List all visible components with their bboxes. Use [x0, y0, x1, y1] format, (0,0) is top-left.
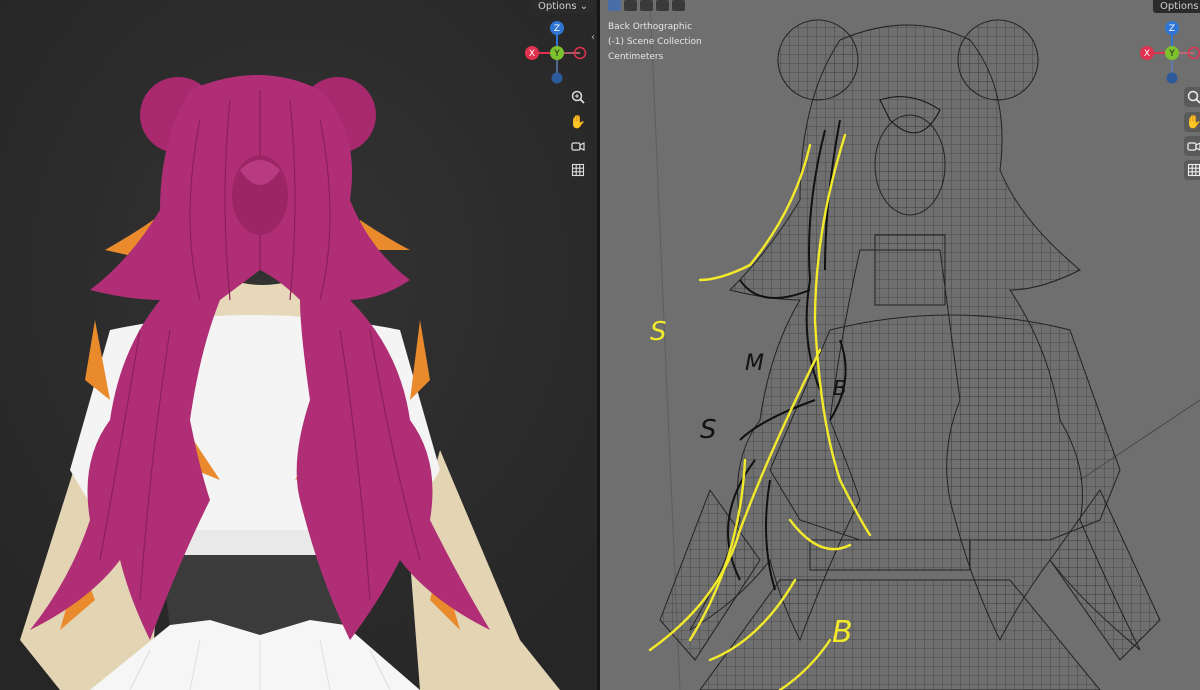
zoom-icon[interactable] — [568, 87, 588, 107]
pan-hand-icon[interactable]: ✋ — [568, 112, 588, 132]
options-button[interactable]: Options ⌄ — [531, 0, 596, 13]
viewport-wireframe[interactable]: S M B S B Options Back Orthographic (-1)… — [600, 0, 1200, 690]
collection-name: (-1) Scene Collection — [608, 37, 702, 47]
zoom-icon[interactable] — [1184, 87, 1200, 107]
annotation-s-black: S — [700, 415, 717, 445]
chevron-down-icon: ⌄ — [579, 1, 589, 12]
nav-gizmo-right[interactable]: Z X Y — [1130, 18, 1200, 88]
annotation-m: M — [745, 351, 764, 376]
select-extend-icon[interactable] — [640, 0, 653, 11]
options-label: Options — [538, 1, 577, 12]
unit-system: Centimeters — [608, 52, 664, 62]
select-subtract-icon[interactable] — [656, 0, 669, 11]
pan-hand-icon[interactable]: ✋ — [1184, 112, 1200, 132]
gizmo-neg-z-axis[interactable] — [551, 72, 563, 84]
model-render — [0, 0, 597, 690]
gizmo-x-label: X — [529, 49, 535, 59]
annotation-s-yellow: S — [650, 317, 667, 347]
select-tool-icon[interactable] — [608, 0, 621, 11]
grid-icon[interactable] — [1184, 160, 1200, 180]
grid-icon[interactable] — [568, 160, 588, 180]
gizmo-z-label: Z — [554, 24, 560, 34]
gizmo-y-label: Y — [1168, 49, 1175, 59]
nav-gizmo[interactable]: Z X Y — [520, 18, 594, 88]
view-name: Back Orthographic — [608, 22, 693, 32]
options-button-right[interactable]: Options — [1153, 0, 1200, 13]
selection-mode-toolbar[interactable] — [608, 0, 685, 11]
chevron-left-icon[interactable]: ‹ — [591, 32, 595, 43]
gizmo-y-label: Y — [553, 49, 560, 59]
select-box-icon[interactable] — [624, 0, 637, 11]
viewport-solid[interactable]: Options ⌄ Z X Y ‹ ✋ — [0, 0, 597, 690]
gizmo-z-label: Z — [1169, 24, 1175, 34]
annotation-b: B — [833, 376, 847, 400]
select-invert-icon[interactable] — [672, 0, 685, 11]
viewport-info: Back Orthographic (-1) Scene Collection … — [608, 20, 702, 65]
options-label: Options — [1160, 1, 1199, 12]
annotation-b-yellow: B — [832, 615, 853, 650]
gizmo-x-label: X — [1144, 49, 1150, 59]
camera-icon[interactable] — [1184, 136, 1200, 156]
gizmo-neg-z-axis[interactable] — [1166, 72, 1178, 84]
camera-icon[interactable] — [568, 136, 588, 156]
wireframe-render: S M B S B — [600, 0, 1200, 690]
